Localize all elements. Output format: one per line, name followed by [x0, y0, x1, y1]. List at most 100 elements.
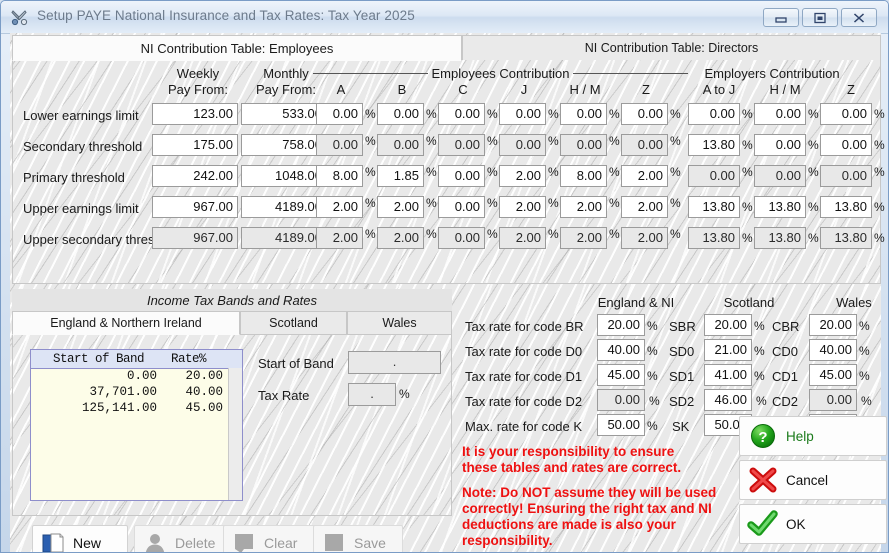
close-button[interactable] — [841, 8, 877, 27]
field-employers-Z-secondary-threshold[interactable]: 0.00 — [820, 134, 872, 156]
save-button[interactable]: Save — [313, 525, 403, 552]
employers-contribution-header: Employers Contribution — [704, 66, 840, 81]
field-england-BR[interactable]: 20.00 — [597, 314, 645, 336]
tax-bands-list[interactable]: Start of Band Rate% 0.00 20.00 37,701.00… — [30, 349, 243, 501]
field-employers-Z-upper-earnings-limit[interactable]: 13.80 — [820, 196, 872, 218]
field-wales-CD0[interactable]: 40.00 — [809, 339, 857, 361]
cancel-button[interactable]: Cancel — [739, 460, 887, 500]
field-england-D1[interactable]: 45.00 — [597, 364, 645, 386]
field-employers-AtoJ-lower-earnings-limit[interactable]: 0.00 — [688, 103, 740, 125]
field-employers-HM-lower-earnings-limit[interactable]: 0.00 — [754, 103, 806, 125]
field-employees-J-upper-earnings-limit[interactable]: 2.00 — [499, 196, 546, 218]
maximize-button[interactable] — [802, 8, 838, 27]
field-monthly-secondary-threshold[interactable]: 758.00 — [241, 134, 327, 156]
field-employees-A-upper-earnings-limit[interactable]: 2.00 — [316, 196, 363, 218]
field-employers-AtoJ-upper-earnings-limit[interactable]: 13.80 — [688, 196, 740, 218]
field-employees-HM-lower-earnings-limit[interactable]: 0.00 — [560, 103, 607, 125]
field-employers-HM-primary-threshold[interactable]: 0.00 — [754, 165, 806, 187]
field-employees-J-secondary-threshold[interactable]: 0.00 — [499, 134, 546, 156]
tab-england-northern-ireland[interactable]: England & Northern Ireland — [12, 311, 240, 335]
field-employers-HM-secondary-threshold[interactable]: 0.00 — [754, 134, 806, 156]
field-employees-A-lower-earnings-limit[interactable]: 0.00 — [316, 103, 363, 125]
help-button[interactable]: ? Help — [739, 416, 887, 456]
field-employees-C-secondary-threshold[interactable]: 0.00 — [438, 134, 485, 156]
field-employees-Z-upper-secondary-threshold[interactable]: 2.00 — [621, 227, 668, 249]
field-employees-Z-secondary-threshold[interactable]: 0.00 — [621, 134, 668, 156]
percent-symbol: % — [365, 196, 376, 210]
field-employees-C-lower-earnings-limit[interactable]: 0.00 — [438, 103, 485, 125]
field-employees-A-upper-secondary-threshold[interactable]: 2.00 — [316, 227, 363, 249]
tab-wales[interactable]: Wales — [347, 311, 452, 335]
field-employees-B-upper-secondary-threshold[interactable]: 2.00 — [377, 227, 424, 249]
field-england-D2[interactable]: 0.00 — [597, 389, 645, 411]
field-monthly-upper-secondary-threshold[interactable]: 4189.00 — [241, 227, 327, 249]
field-employers-Z-upper-secondary-threshold[interactable]: 13.80 — [820, 227, 872, 249]
field-start-of-band[interactable]: . — [348, 351, 441, 374]
new-button[interactable]: New — [32, 525, 128, 552]
field-employees-HM-primary-threshold[interactable]: 8.00 — [560, 165, 607, 187]
field-employees-B-upper-earnings-limit[interactable]: 2.00 — [377, 196, 424, 218]
list-scrollbar[interactable] — [228, 368, 242, 500]
field-employers-AtoJ-secondary-threshold[interactable]: 13.80 — [688, 134, 740, 156]
clear-button[interactable]: Clear — [223, 525, 317, 552]
field-scotland-SD2[interactable]: 46.00 — [704, 389, 752, 411]
ni-contribution-panel: Employees Contribution Employers Contrib… — [12, 60, 885, 284]
field-employers-HM-upper-secondary-threshold[interactable]: 13.80 — [754, 227, 806, 249]
field-weekly-primary-threshold[interactable]: 242.00 — [152, 165, 238, 187]
field-employers-Z-primary-threshold[interactable]: 0.00 — [820, 165, 872, 187]
field-employees-Z-upper-earnings-limit[interactable]: 2.00 — [621, 196, 668, 218]
field-monthly-lower-earnings-limit[interactable]: 533.00 — [241, 103, 327, 125]
field-employees-C-upper-secondary-threshold[interactable]: 0.00 — [438, 227, 485, 249]
percent-symbol: % — [365, 165, 376, 179]
field-weekly-upper-secondary-threshold[interactable]: 967.00 — [152, 227, 238, 249]
tab-scotland[interactable]: Scotland — [240, 311, 347, 335]
field-employees-A-secondary-threshold[interactable]: 0.00 — [316, 134, 363, 156]
field-scotland-SD1[interactable]: 41.00 — [704, 364, 752, 386]
row-label-upper-secondary-threshold: Upper secondary thres — [23, 232, 155, 247]
list-item[interactable]: 37,701.00 40.00 — [31, 385, 242, 401]
field-employers-Z-lower-earnings-limit[interactable]: 0.00 — [820, 103, 872, 125]
field-monthly-primary-threshold[interactable]: 1048.00 — [241, 165, 327, 187]
field-employees-C-primary-threshold[interactable]: 0.00 — [438, 165, 485, 187]
ok-button[interactable]: OK — [739, 504, 887, 544]
save-button-label: Save — [354, 535, 386, 551]
field-wales-CBR[interactable]: 20.00 — [809, 314, 857, 336]
field-employees-B-lower-earnings-limit[interactable]: 0.00 — [377, 103, 424, 125]
percent-symbol: % — [808, 231, 819, 245]
field-employees-C-upper-earnings-limit[interactable]: 0.00 — [438, 196, 485, 218]
row-label-primary-threshold: Primary threshold — [23, 170, 125, 185]
field-employees-J-lower-earnings-limit[interactable]: 0.00 — [499, 103, 546, 125]
percent-symbol: % — [808, 200, 819, 214]
field-weekly-upper-earnings-limit[interactable]: 967.00 — [152, 196, 238, 218]
field-scotland-SBR[interactable]: 20.00 — [704, 314, 752, 336]
field-employees-HM-upper-secondary-threshold[interactable]: 2.00 — [560, 227, 607, 249]
field-employers-HM-upper-earnings-limit[interactable]: 13.80 — [754, 196, 806, 218]
field-scotland-SD0[interactable]: 21.00 — [704, 339, 752, 361]
field-employees-HM-upper-earnings-limit[interactable]: 2.00 — [560, 196, 607, 218]
field-employees-J-upper-secondary-threshold[interactable]: 2.00 — [499, 227, 546, 249]
field-employees-B-secondary-threshold[interactable]: 0.00 — [377, 134, 424, 156]
responsibility-warning: It is your responsibility to ensure thes… — [462, 444, 727, 549]
field-weekly-secondary-threshold[interactable]: 175.00 — [152, 134, 238, 156]
list-item[interactable]: 125,141.00 45.00 — [31, 401, 242, 417]
field-employees-Z-primary-threshold[interactable]: 2.00 — [621, 165, 668, 187]
field-wales-CD2[interactable]: 0.00 — [809, 389, 857, 411]
field-england-D0[interactable]: 40.00 — [597, 339, 645, 361]
field-employees-Z-lower-earnings-limit[interactable]: 0.00 — [621, 103, 668, 125]
field-employees-A-primary-threshold[interactable]: 8.00 — [316, 165, 363, 187]
field-england-K[interactable]: 50.00 — [597, 414, 645, 436]
field-employers-AtoJ-upper-secondary-threshold[interactable]: 13.80 — [688, 227, 740, 249]
tab-ni-employees[interactable]: NI Contribution Table: Employees — [12, 35, 462, 61]
field-monthly-upper-earnings-limit[interactable]: 4189.00 — [241, 196, 327, 218]
tab-ni-directors[interactable]: NI Contribution Table: Directors — [462, 35, 881, 61]
field-employees-HM-secondary-threshold[interactable]: 0.00 — [560, 134, 607, 156]
field-employees-J-primary-threshold[interactable]: 2.00 — [499, 165, 546, 187]
field-employers-AtoJ-primary-threshold[interactable]: 0.00 — [688, 165, 740, 187]
minimize-button[interactable] — [763, 8, 799, 27]
minimize-icon — [775, 16, 787, 23]
field-weekly-lower-earnings-limit[interactable]: 123.00 — [152, 103, 238, 125]
field-employees-B-primary-threshold[interactable]: 1.85 — [377, 165, 424, 187]
field-wales-CD1[interactable]: 45.00 — [809, 364, 857, 386]
list-item[interactable]: 0.00 20.00 — [31, 369, 242, 385]
field-tax-rate[interactable]: . — [348, 383, 396, 406]
